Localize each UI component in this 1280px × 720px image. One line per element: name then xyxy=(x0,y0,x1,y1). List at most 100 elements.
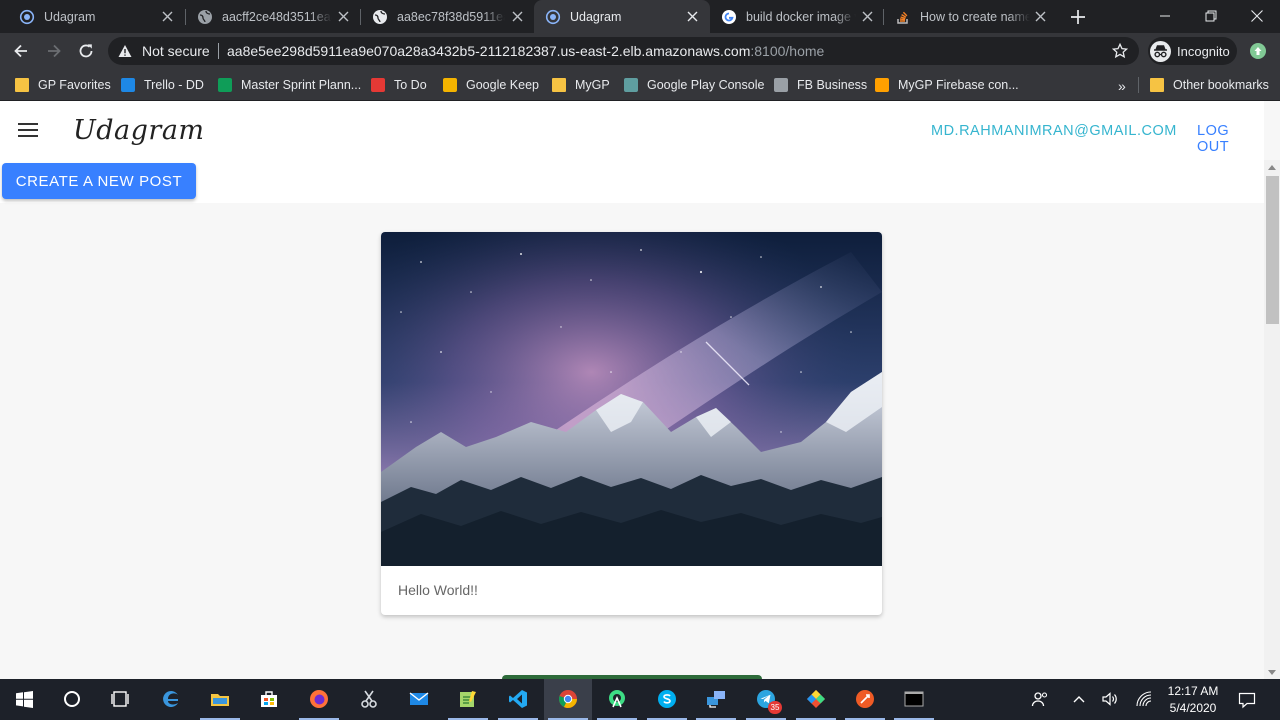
system-clock[interactable]: 12:17 AM 5/4/2020 xyxy=(1163,683,1223,717)
taskbar-firefox[interactable] xyxy=(295,679,343,720)
close-icon[interactable] xyxy=(162,11,173,22)
url-text[interactable]: aa8e5ee298d5911ea9e070a28a3432b5-2112182… xyxy=(227,43,824,59)
security-label[interactable]: Not secure xyxy=(142,43,210,59)
remote-desktop-icon xyxy=(707,691,725,708)
bookmark-label: FB Business xyxy=(797,78,868,92)
bookmark-todo[interactable]: To Do xyxy=(371,76,427,94)
bookmark-label: Trello - DD xyxy=(144,78,204,92)
trello-icon xyxy=(121,78,135,92)
taskbar-chrome[interactable] xyxy=(544,679,592,720)
start-button[interactable] xyxy=(0,679,48,720)
firebase-icon xyxy=(875,78,889,92)
tab-udagram-active[interactable]: Udagram xyxy=(534,0,710,33)
action-center-icon[interactable] xyxy=(1238,691,1256,709)
close-icon[interactable] xyxy=(687,11,698,22)
taskbar-remote-desktop[interactable] xyxy=(692,679,740,720)
minimize-button[interactable] xyxy=(1142,0,1188,33)
bookmark-mygp-firebase[interactable]: MyGP Firebase con... xyxy=(875,76,1019,94)
taskbar-terminal[interactable] xyxy=(890,679,938,720)
forward-arrow-icon[interactable] xyxy=(45,42,63,60)
tab-title: How to create name xyxy=(920,10,1030,24)
brand-logo[interactable]: Udagram xyxy=(73,115,205,146)
taskbar-skype[interactable] xyxy=(643,679,691,720)
close-icon[interactable] xyxy=(1035,11,1046,22)
bookmark-play-console[interactable]: Google Play Console xyxy=(624,76,764,94)
bookmark-master-sprint[interactable]: Master Sprint Plann... xyxy=(218,76,361,94)
cortana-button[interactable] xyxy=(48,679,96,720)
menu-icon[interactable] xyxy=(18,123,38,137)
windows-start-icon xyxy=(16,691,33,708)
restore-button[interactable] xyxy=(1188,0,1234,33)
taskbar-file-explorer[interactable] xyxy=(196,679,244,720)
taskbar-vscode[interactable] xyxy=(494,679,542,720)
fb-business-icon xyxy=(774,78,788,92)
scroll-up-arrow-icon[interactable] xyxy=(1268,165,1276,170)
bookmark-star-icon[interactable] xyxy=(1112,43,1128,59)
volume-icon[interactable] xyxy=(1101,690,1119,708)
edge-icon xyxy=(163,691,178,707)
tab-aacff2[interactable]: aacff2ce48d3511ea8 xyxy=(186,0,361,33)
cortana-icon xyxy=(64,691,80,707)
url-path: :8100/home xyxy=(750,43,825,59)
new-tab-icon[interactable] xyxy=(1069,8,1087,26)
bookmark-trello[interactable]: Trello - DD xyxy=(121,76,204,94)
incognito-icon xyxy=(1150,41,1171,62)
taskbar-android-studio[interactable] xyxy=(593,679,641,720)
bookmark-google-keep[interactable]: Google Keep xyxy=(443,76,539,94)
postman-icon xyxy=(856,690,874,708)
taskbar-snipping-tool[interactable] xyxy=(345,679,393,720)
browser-toolbar: Not secure aa8e5ee298d5911ea9e070a28a343… xyxy=(0,33,1280,69)
taskbar-postman[interactable] xyxy=(841,679,889,720)
clock-time: 12:17 AM xyxy=(1167,684,1219,698)
scrollbar-thumb[interactable] xyxy=(1266,176,1279,324)
terminal-icon xyxy=(904,691,924,707)
ionic-icon xyxy=(545,9,561,25)
notification-badge: 35 xyxy=(768,701,782,714)
taskbar-telegram[interactable]: 35 xyxy=(742,679,790,720)
user-email-link[interactable]: MD.RAHMANIMRAN@GMAIL.COM xyxy=(931,123,1177,139)
people-icon[interactable] xyxy=(1031,690,1049,708)
back-arrow-icon[interactable] xyxy=(12,42,30,60)
taskbar-notepad-plus[interactable] xyxy=(444,679,492,720)
close-icon[interactable] xyxy=(512,11,523,22)
post-caption: Hello World!! xyxy=(398,582,478,598)
tab-aa8ec7[interactable]: aa8ec78f38d5911ea xyxy=(361,0,534,33)
task-view-button[interactable] xyxy=(96,679,144,720)
post-card[interactable]: Hello World!! xyxy=(381,232,882,615)
window-close-button[interactable] xyxy=(1234,0,1280,33)
bookmark-label: Google Keep xyxy=(466,78,539,92)
tab-udagram-1[interactable]: Udagram xyxy=(8,0,186,33)
bookmarks-bar: GP Favorites Trello - DD Master Sprint P… xyxy=(0,69,1280,101)
logout-button[interactable]: LOG OUT xyxy=(1197,123,1264,155)
bookmark-gp-favorites[interactable]: GP Favorites xyxy=(15,76,111,94)
tab-google-search[interactable]: build docker image v xyxy=(710,0,884,33)
bookmark-mygp[interactable]: MyGP xyxy=(552,76,610,94)
taskbar-git[interactable] xyxy=(792,679,840,720)
browser-tab-strip: Udagram aacff2ce48d3511ea8 aa8ec78f38d59… xyxy=(0,0,1280,33)
address-divider xyxy=(218,43,219,59)
reload-icon[interactable] xyxy=(77,42,95,60)
incognito-badge[interactable]: Incognito xyxy=(1148,37,1237,65)
wifi-icon[interactable] xyxy=(1135,690,1153,708)
close-icon[interactable] xyxy=(338,11,349,22)
address-bar[interactable]: Not secure aa8e5ee298d5911ea9e070a28a343… xyxy=(108,37,1139,65)
scroll-down-arrow-icon[interactable] xyxy=(1268,670,1276,675)
close-icon[interactable] xyxy=(862,11,873,22)
create-post-button[interactable]: CREATE A NEW POST xyxy=(2,163,196,199)
todo-icon xyxy=(371,78,385,92)
bookmark-other[interactable]: Other bookmarks xyxy=(1150,76,1269,94)
bookmark-fb-business[interactable]: FB Business xyxy=(774,76,867,94)
file-explorer-icon xyxy=(211,694,229,706)
bookmark-label: Google Play Console xyxy=(647,78,765,92)
taskbar-store[interactable] xyxy=(245,679,293,720)
taskbar-edge[interactable] xyxy=(147,679,195,720)
extension-icon[interactable] xyxy=(1250,43,1266,59)
chevron-up-icon[interactable] xyxy=(1070,690,1088,708)
tab-stackoverflow[interactable]: How to create name xyxy=(884,0,1058,33)
warning-icon[interactable] xyxy=(118,44,132,58)
task-view-icon xyxy=(111,691,129,707)
bookmarks-overflow-icon[interactable]: » xyxy=(1118,78,1126,94)
tab-title: Udagram xyxy=(44,10,96,24)
taskbar-mail[interactable] xyxy=(395,679,443,720)
skype-icon xyxy=(658,690,676,708)
